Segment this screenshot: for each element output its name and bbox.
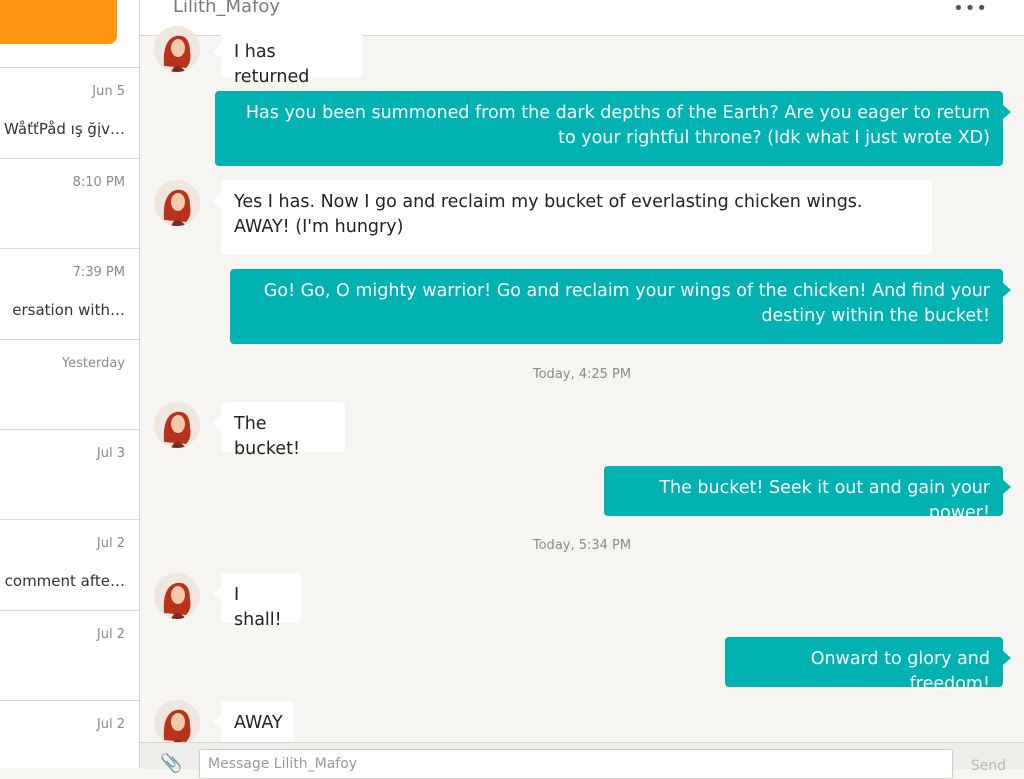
conversation-item[interactable]: Yesterday <box>0 339 139 429</box>
conversation-preview: comment afte… <box>4 572 125 590</box>
conversation-preview: WåťťPåd ış ğįv… <box>4 120 125 138</box>
message-text: Go! Go, O mighty warrior! Go and reclaim… <box>263 281 990 326</box>
chat-title[interactable]: Lilith_Mafoy <box>173 0 280 17</box>
more-horizontal-icon[interactable]: ••• <box>953 0 988 19</box>
message-text: The bucket! Seek it out and gain your po… <box>659 478 990 523</box>
conversation-date: Jun 5 <box>92 84 125 99</box>
message-input[interactable] <box>199 749 953 779</box>
conversation-item[interactable]: Jul 2 <box>0 610 139 700</box>
conversation-date: Jul 2 <box>96 717 125 732</box>
conversation-list: Jun 5 WåťťPåd ış ğįv… 8:10 PM 7:39 PM er… <box>0 0 140 768</box>
avatar[interactable] <box>154 402 200 448</box>
outgoing-message: Go! Go, O mighty warrior! Go and reclaim… <box>230 269 1011 344</box>
incoming-message: I shall! <box>213 573 301 630</box>
conversation-date: Jul 2 <box>96 627 125 642</box>
message-text: Onward to glory and freedom! <box>810 649 990 694</box>
conversation-item[interactable]: 8:10 PM <box>0 158 139 248</box>
new-message-button[interactable] <box>0 0 117 44</box>
message-text: Yes I has. Now I go and reclaim my bucke… <box>234 192 863 237</box>
outgoing-message: The bucket! Seek it out and gain your po… <box>604 466 1011 523</box>
paperclip-icon[interactable]: 📎 <box>160 753 182 774</box>
conversation-date: Jul 2 <box>96 536 125 551</box>
conversation-date: 8:10 PM <box>72 175 125 190</box>
avatar[interactable] <box>154 26 200 72</box>
conversation-date: Yesterday <box>61 356 125 371</box>
chat-panel: Lilith_Mafoy ••• I has returned Has you … <box>140 0 1024 779</box>
conversation-item[interactable]: 7:39 PM ersation with… <box>0 248 139 338</box>
conversation-item[interactable]: Jun 5 WåťťPåd ış ğįv… <box>0 67 139 157</box>
message-text: AWAY <box>234 713 283 733</box>
avatar[interactable] <box>154 573 200 619</box>
incoming-message: I has returned <box>213 30 362 87</box>
conversation-date: Jul 3 <box>96 446 125 461</box>
outgoing-message: Onward to glory and freedom! <box>725 637 1011 694</box>
incoming-message: The bucket! <box>213 402 345 459</box>
message-composer: 📎 Send <box>140 742 1024 779</box>
message-timestamp: Today, 5:34 PM <box>532 538 632 553</box>
conversation-item[interactable]: Jul 2 <box>0 700 139 768</box>
message-text: I shall! <box>234 585 282 630</box>
message-text: I has returned <box>234 42 310 87</box>
conversation-date: 7:39 PM <box>72 265 125 280</box>
conversation-item[interactable]: Jul 3 <box>0 429 139 519</box>
send-button[interactable]: Send <box>965 757 1012 775</box>
incoming-message: Yes I has. Now I go and reclaim my bucke… <box>213 180 932 255</box>
avatar[interactable] <box>154 700 200 746</box>
conversation-item[interactable]: Jul 2 comment afte… <box>0 519 139 609</box>
avatar[interactable] <box>154 180 200 226</box>
message-text: The bucket! <box>234 414 300 459</box>
message-text: Has you been summoned from the dark dept… <box>245 103 990 148</box>
message-timestamp: Today, 4:25 PM <box>532 367 632 382</box>
outgoing-message: Has you been summoned from the dark dept… <box>215 91 1011 166</box>
conversation-preview: ersation with… <box>12 301 125 319</box>
